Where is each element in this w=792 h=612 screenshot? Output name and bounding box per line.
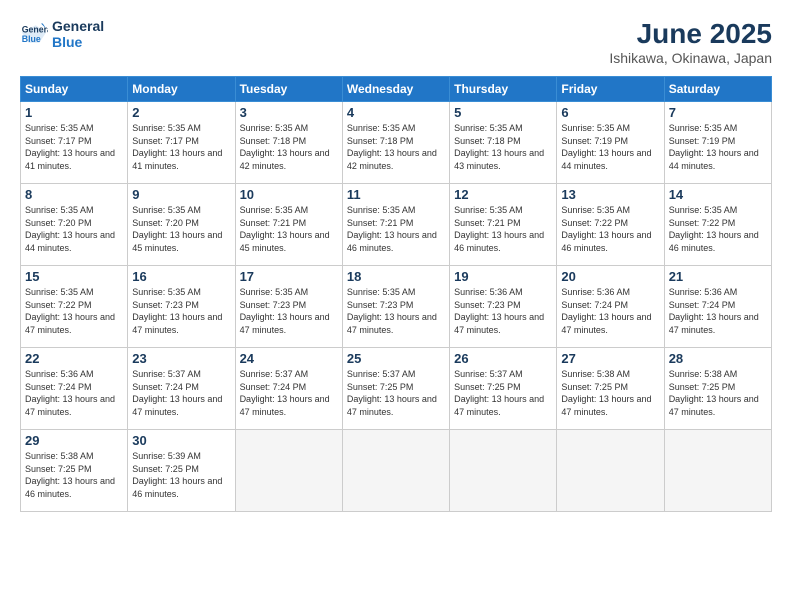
title-block: June 2025 Ishikawa, Okinawa, Japan	[609, 18, 772, 66]
header-thursday: Thursday	[450, 77, 557, 102]
empty-cell-5	[664, 430, 771, 512]
calendar: Sunday Monday Tuesday Wednesday Thursday…	[20, 76, 772, 512]
day-13: 13 Sunrise: 5:35 AMSunset: 7:22 PMDaylig…	[557, 184, 664, 266]
header-friday: Friday	[557, 77, 664, 102]
day-16: 16 Sunrise: 5:35 AMSunset: 7:23 PMDaylig…	[128, 266, 235, 348]
empty-cell-3	[450, 430, 557, 512]
day-17: 17 Sunrise: 5:35 AMSunset: 7:23 PMDaylig…	[235, 266, 342, 348]
day-12: 12 Sunrise: 5:35 AMSunset: 7:21 PMDaylig…	[450, 184, 557, 266]
day-4: 4 Sunrise: 5:35 AMSunset: 7:18 PMDayligh…	[342, 102, 449, 184]
week-row-5: 29 Sunrise: 5:38 AMSunset: 7:25 PMDaylig…	[21, 430, 772, 512]
logo-general: General	[52, 18, 104, 34]
day-21: 21 Sunrise: 5:36 AMSunset: 7:24 PMDaylig…	[664, 266, 771, 348]
day-11: 11 Sunrise: 5:35 AMSunset: 7:21 PMDaylig…	[342, 184, 449, 266]
day-27: 27 Sunrise: 5:38 AMSunset: 7:25 PMDaylig…	[557, 348, 664, 430]
location-title: Ishikawa, Okinawa, Japan	[609, 50, 772, 66]
day-6: 6 Sunrise: 5:35 AMSunset: 7:19 PMDayligh…	[557, 102, 664, 184]
page: General Blue General Blue June 2025 Ishi…	[0, 0, 792, 612]
day-30: 30 Sunrise: 5:39 AMSunset: 7:25 PMDaylig…	[128, 430, 235, 512]
header-tuesday: Tuesday	[235, 77, 342, 102]
day-9: 9 Sunrise: 5:35 AMSunset: 7:20 PMDayligh…	[128, 184, 235, 266]
week-row-4: 22 Sunrise: 5:36 AMSunset: 7:24 PMDaylig…	[21, 348, 772, 430]
day-19: 19 Sunrise: 5:36 AMSunset: 7:23 PMDaylig…	[450, 266, 557, 348]
weekday-header-row: Sunday Monday Tuesday Wednesday Thursday…	[21, 77, 772, 102]
week-row-2: 8 Sunrise: 5:35 AMSunset: 7:20 PMDayligh…	[21, 184, 772, 266]
day-14: 14 Sunrise: 5:35 AMSunset: 7:22 PMDaylig…	[664, 184, 771, 266]
day-7: 7 Sunrise: 5:35 AMSunset: 7:19 PMDayligh…	[664, 102, 771, 184]
empty-cell-4	[557, 430, 664, 512]
day-26: 26 Sunrise: 5:37 AMSunset: 7:25 PMDaylig…	[450, 348, 557, 430]
header-saturday: Saturday	[664, 77, 771, 102]
day-20: 20 Sunrise: 5:36 AMSunset: 7:24 PMDaylig…	[557, 266, 664, 348]
week-row-3: 15 Sunrise: 5:35 AMSunset: 7:22 PMDaylig…	[21, 266, 772, 348]
day-29: 29 Sunrise: 5:38 AMSunset: 7:25 PMDaylig…	[21, 430, 128, 512]
day-25: 25 Sunrise: 5:37 AMSunset: 7:25 PMDaylig…	[342, 348, 449, 430]
empty-cell-2	[342, 430, 449, 512]
day-22: 22 Sunrise: 5:36 AMSunset: 7:24 PMDaylig…	[21, 348, 128, 430]
day-3: 3 Sunrise: 5:35 AMSunset: 7:18 PMDayligh…	[235, 102, 342, 184]
month-title: June 2025	[609, 18, 772, 50]
header-sunday: Sunday	[21, 77, 128, 102]
day-24: 24 Sunrise: 5:37 AMSunset: 7:24 PMDaylig…	[235, 348, 342, 430]
day-23: 23 Sunrise: 5:37 AMSunset: 7:24 PMDaylig…	[128, 348, 235, 430]
svg-text:Blue: Blue	[22, 34, 41, 44]
day-10: 10 Sunrise: 5:35 AMSunset: 7:21 PMDaylig…	[235, 184, 342, 266]
logo-blue: Blue	[52, 34, 104, 50]
empty-cell-1	[235, 430, 342, 512]
header-monday: Monday	[128, 77, 235, 102]
day-18: 18 Sunrise: 5:35 AMSunset: 7:23 PMDaylig…	[342, 266, 449, 348]
day-8: 8 Sunrise: 5:35 AMSunset: 7:20 PMDayligh…	[21, 184, 128, 266]
day-28: 28 Sunrise: 5:38 AMSunset: 7:25 PMDaylig…	[664, 348, 771, 430]
day-15: 15 Sunrise: 5:35 AMSunset: 7:22 PMDaylig…	[21, 266, 128, 348]
header: General Blue General Blue June 2025 Ishi…	[20, 18, 772, 66]
week-row-1: 1 Sunrise: 5:35 AMSunset: 7:17 PMDayligh…	[21, 102, 772, 184]
day-5: 5 Sunrise: 5:35 AMSunset: 7:18 PMDayligh…	[450, 102, 557, 184]
logo-icon: General Blue	[20, 20, 48, 48]
logo: General Blue General Blue	[20, 18, 104, 50]
day-2: 2 Sunrise: 5:35 AMSunset: 7:17 PMDayligh…	[128, 102, 235, 184]
header-wednesday: Wednesday	[342, 77, 449, 102]
day-1: 1 Sunrise: 5:35 AMSunset: 7:17 PMDayligh…	[21, 102, 128, 184]
